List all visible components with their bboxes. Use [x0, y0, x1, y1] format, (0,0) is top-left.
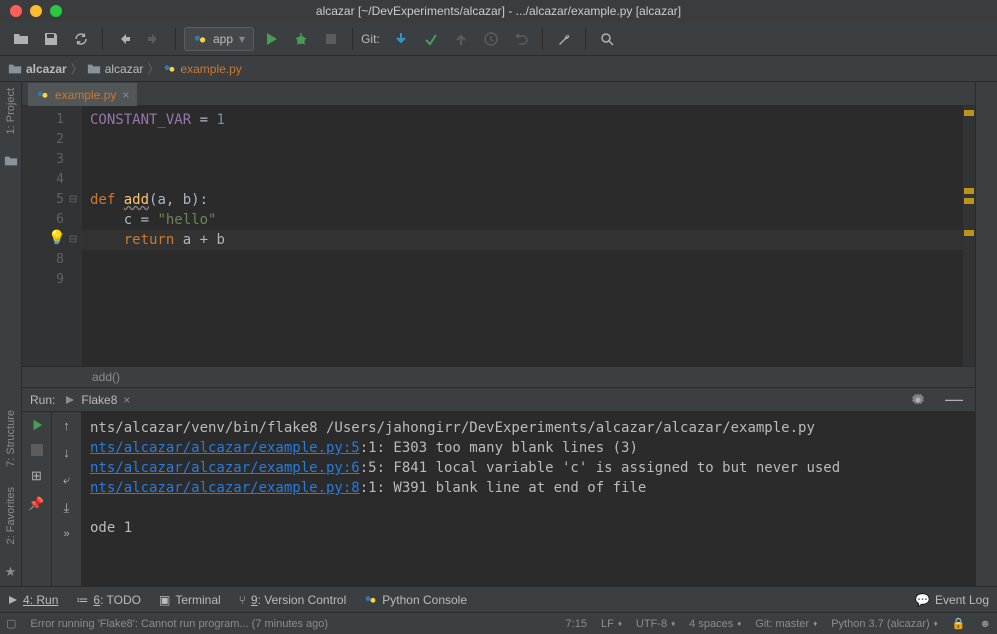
- stop-run-button[interactable]: [31, 444, 43, 456]
- editor-tabs: example.py ×: [22, 82, 975, 106]
- terminal-tab-button[interactable]: ▣Terminal: [159, 593, 221, 607]
- warning-marker[interactable]: [964, 110, 974, 116]
- layout-button[interactable]: ⊞: [31, 468, 42, 484]
- warning-marker[interactable]: [964, 188, 974, 194]
- run-output[interactable]: nts/alcazar/venv/bin/flake8 /Users/jahon…: [82, 412, 975, 586]
- run-configuration-selector[interactable]: app ▾: [184, 27, 254, 51]
- git-label: Git:: [361, 32, 380, 46]
- code-editor[interactable]: 123456789 ⊟ ⊟ 💡 CONSTANT_VAR = 1 def add…: [22, 106, 975, 366]
- build-button[interactable]: [551, 26, 577, 52]
- git-revert-button[interactable]: [508, 26, 534, 52]
- cursor-position[interactable]: 7:15: [566, 618, 587, 630]
- tool-windows-button[interactable]: ▢: [6, 617, 16, 630]
- project-tool-button[interactable]: 1: Project: [5, 88, 17, 134]
- editor-scrollbar[interactable]: [963, 106, 975, 366]
- output-link[interactable]: nts/alcazar/alcazar/example.py:8: [90, 480, 360, 496]
- bottom-tool-buttons: 4: Run ≔6: TODO ▣Terminal ⑂9: Version Co…: [0, 586, 997, 612]
- file-encoding[interactable]: UTF-8 ♦: [636, 618, 675, 630]
- warning-marker[interactable]: [964, 198, 974, 204]
- window-title: alcazar [~/DevExperiments/alcazar] - ...…: [0, 4, 997, 18]
- play-icon: [65, 395, 75, 405]
- save-button[interactable]: [38, 26, 64, 52]
- breadcrumb-item[interactable]: alcazar 〉: [8, 60, 83, 77]
- structure-tool-button[interactable]: 7: Structure: [5, 410, 17, 467]
- vcs-tab-button[interactable]: ⑂9: Version Control: [239, 593, 347, 607]
- ide-mascot-icon[interactable]: ☻: [979, 618, 991, 630]
- run-config-name: app: [213, 32, 233, 46]
- fold-end-icon[interactable]: ⊟: [66, 230, 80, 250]
- git-push-button[interactable]: [448, 26, 474, 52]
- close-tab-button[interactable]: ×: [122, 88, 129, 102]
- fold-icon[interactable]: ⊟: [66, 190, 80, 210]
- python-interpreter[interactable]: Python 3.7 (alcazar) ♦: [831, 618, 938, 630]
- run-button[interactable]: [258, 26, 284, 52]
- git-history-button[interactable]: [478, 26, 504, 52]
- output-link[interactable]: nts/alcazar/alcazar/example.py:5: [90, 440, 360, 456]
- python-console-tab-button[interactable]: Python Console: [364, 593, 467, 607]
- search-button[interactable]: [594, 26, 620, 52]
- minimize-panel-button[interactable]: —: [941, 387, 967, 413]
- intention-bulb-icon[interactable]: 💡: [48, 228, 65, 248]
- breadcrumb-item[interactable]: alcazar 〉: [87, 60, 160, 77]
- run-panel-label: Run:: [30, 393, 55, 407]
- rerun-button[interactable]: [30, 418, 44, 432]
- back-button[interactable]: [111, 26, 137, 52]
- code-area[interactable]: 💡 CONSTANT_VAR = 1 def add(a, b): c = "h…: [82, 106, 975, 366]
- up-button[interactable]: ↑: [63, 418, 70, 433]
- git-pull-button[interactable]: [388, 26, 414, 52]
- star-icon: ★: [5, 564, 17, 580]
- scroll-end-button[interactable]: ⤓: [64, 500, 70, 516]
- project-icon: [4, 154, 18, 168]
- main-toolbar: app ▾ Git:: [0, 22, 997, 56]
- line-separator[interactable]: LF ♦: [601, 618, 622, 630]
- editor-breadcrumbs[interactable]: add(): [22, 366, 975, 388]
- editor-tab[interactable]: example.py ×: [28, 83, 137, 106]
- down-button[interactable]: ↓: [63, 445, 70, 460]
- todo-tab-button[interactable]: ≔6: TODO: [76, 593, 141, 607]
- python-file-icon: [36, 88, 49, 101]
- event-log-button[interactable]: 💬Event Log: [915, 593, 989, 607]
- warning-marker[interactable]: [964, 230, 974, 236]
- more-button[interactable]: »: [63, 528, 69, 540]
- stop-button[interactable]: [318, 26, 344, 52]
- indent-setting[interactable]: 4 spaces ♦: [689, 618, 741, 630]
- lock-icon[interactable]: 🔒: [952, 617, 966, 630]
- status-message[interactable]: Error running 'Flake8': Cannot run progr…: [30, 618, 328, 630]
- right-tool-stripe: [975, 82, 997, 586]
- favorites-tool-button[interactable]: 2: Favorites: [5, 487, 17, 544]
- pin-button[interactable]: 📌: [28, 496, 44, 512]
- close-run-tab-button[interactable]: ×: [123, 393, 130, 407]
- output-link[interactable]: nts/alcazar/alcazar/example.py:6: [90, 460, 360, 476]
- close-window-button[interactable]: [10, 5, 22, 17]
- open-button[interactable]: [8, 26, 34, 52]
- run-tab-button[interactable]: 4: Run: [8, 593, 58, 607]
- breadcrumb: alcazar 〉 alcazar 〉 example.py: [0, 56, 997, 82]
- left-tool-stripe: 1: Project 7: Structure 2: Favorites ★: [0, 82, 22, 586]
- debug-button[interactable]: [288, 26, 314, 52]
- zoom-window-button[interactable]: [50, 5, 62, 17]
- soft-wrap-button[interactable]: ⤶: [63, 472, 70, 488]
- run-tool-window: Run: Flake8 × — ⊞ 📌 ↑: [22, 388, 975, 586]
- run-task-tab[interactable]: Flake8 ×: [65, 393, 130, 407]
- breadcrumb-item[interactable]: example.py: [163, 62, 241, 76]
- status-bar: ▢ Error running 'Flake8': Cannot run pro…: [0, 612, 997, 634]
- git-branch[interactable]: Git: master ♦: [755, 618, 817, 630]
- sync-button[interactable]: [68, 26, 94, 52]
- run-settings-button[interactable]: [905, 387, 931, 413]
- forward-button[interactable]: [141, 26, 167, 52]
- minimize-window-button[interactable]: [30, 5, 42, 17]
- git-commit-button[interactable]: [418, 26, 444, 52]
